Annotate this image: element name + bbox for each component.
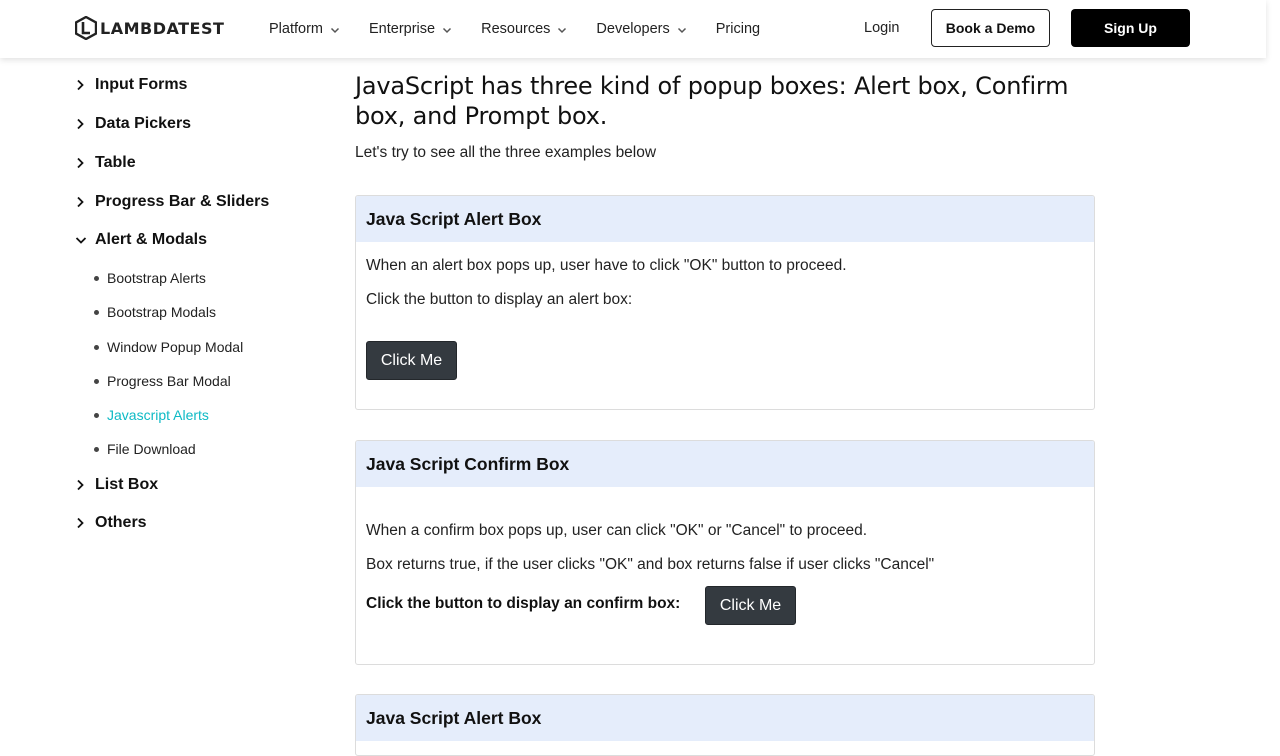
sidebar-subitem-label: Bootstrap Alerts bbox=[107, 270, 206, 286]
card-description-returns: Box returns true, if the user clicks "OK… bbox=[366, 556, 935, 573]
third-alert-box-card: Java Script Alert Box bbox=[355, 694, 1095, 756]
bullet bbox=[94, 275, 99, 281]
nav-platform[interactable]: Platform bbox=[269, 20, 340, 38]
sign-up-button[interactable]: Sign Up bbox=[1071, 9, 1190, 47]
logo-text: LAMBDATEST bbox=[100, 18, 225, 38]
chevron-right-icon bbox=[75, 118, 95, 130]
card-description: When a confirm box pops up, user can cli… bbox=[366, 522, 868, 539]
book-demo-button[interactable]: Book a Demo bbox=[931, 9, 1050, 47]
sidebar-subitem-javascript-alerts[interactable]: Javascript Alerts bbox=[94, 407, 209, 423]
sidebar-item-label: Input Forms bbox=[95, 76, 188, 93]
nav-label: Pricing bbox=[715, 21, 761, 37]
sidebar-item-label: Others bbox=[95, 514, 147, 531]
nav-resources[interactable]: Resources bbox=[481, 20, 567, 38]
sidebar-subitem-label: Javascript Alerts bbox=[107, 407, 209, 423]
sidebar-subitem-label: Progress Bar Modal bbox=[107, 373, 231, 389]
sidebar-item-label: Alert & Modals bbox=[95, 231, 208, 248]
bullet bbox=[94, 446, 99, 452]
chevron-down-icon bbox=[330, 22, 340, 38]
sidebar-item-others[interactable]: Others bbox=[75, 514, 147, 532]
sidebar-item-label: Table bbox=[95, 154, 136, 171]
sidebar-subitem-label: Window Popup Modal bbox=[107, 339, 244, 355]
nav-label: Enterprise bbox=[369, 21, 436, 37]
sidebar-subitem-bootstrap-modals[interactable]: Bootstrap Modals bbox=[94, 304, 216, 320]
top-navbar: LAMBDATEST Platform Enterprise Resources… bbox=[0, 0, 1266, 58]
chevron-right-icon bbox=[75, 479, 95, 491]
sidebar-item-label: List Box bbox=[95, 476, 159, 493]
nav-label: Platform bbox=[269, 21, 323, 37]
bullet bbox=[94, 378, 99, 384]
chevron-right-icon bbox=[75, 79, 95, 91]
nav-developers[interactable]: Developers bbox=[596, 20, 686, 38]
lambdatest-logo-icon bbox=[75, 16, 97, 40]
sidebar-subitem-bootstrap-alerts[interactable]: Bootstrap Alerts bbox=[94, 270, 206, 286]
card-description: When an alert box pops up, user have to … bbox=[366, 257, 847, 274]
card-instruction: Click the button to display an alert box… bbox=[366, 291, 633, 308]
sidebar-item-list-box[interactable]: List Box bbox=[75, 476, 158, 494]
logo[interactable]: LAMBDATEST bbox=[75, 16, 224, 40]
card-instruction: Click the button to display an confirm b… bbox=[366, 595, 681, 612]
sidebar-subitem-progress-bar-modal[interactable]: Progress Bar Modal bbox=[94, 373, 231, 389]
sidebar-item-data-pickers[interactable]: Data Pickers bbox=[75, 115, 191, 133]
nav-pricing[interactable]: Pricing bbox=[716, 21, 760, 37]
card-title: Java Script Confirm Box bbox=[356, 441, 1094, 487]
nav-enterprise[interactable]: Enterprise bbox=[369, 20, 452, 38]
alert-box-card: Java Script Alert Box When an alert box … bbox=[355, 195, 1095, 410]
bullet bbox=[94, 344, 99, 350]
alert-click-me-button[interactable]: Click Me bbox=[366, 341, 457, 380]
sidebar-subitem-label: Bootstrap Modals bbox=[107, 304, 216, 320]
card-title: Java Script Alert Box bbox=[356, 196, 1094, 242]
sidebar-subitem-file-download[interactable]: File Download bbox=[94, 441, 196, 457]
nav-label: Resources bbox=[481, 21, 551, 37]
card-title: Java Script Alert Box bbox=[356, 695, 1094, 741]
sidebar-item-label: Progress Bar & Sliders bbox=[95, 193, 270, 210]
main-nav: Platform Enterprise Resources Developers… bbox=[269, 0, 789, 58]
page-title: JavaScript has three kind of popup boxes… bbox=[355, 72, 1069, 130]
chevron-right-icon bbox=[75, 157, 95, 169]
sidebar-item-table[interactable]: Table bbox=[75, 154, 136, 172]
chevron-down-icon bbox=[677, 22, 687, 38]
chevron-down-icon bbox=[557, 22, 567, 38]
chevron-down-icon bbox=[442, 22, 452, 38]
confirm-click-me-button[interactable]: Click Me bbox=[705, 586, 796, 625]
sidebar-item-progress-bar-sliders[interactable]: Progress Bar & Sliders bbox=[75, 193, 269, 211]
chevron-right-icon bbox=[75, 196, 95, 208]
chevron-down-icon bbox=[75, 235, 95, 245]
intro-text: Let's try to see all the three examples … bbox=[355, 144, 657, 161]
nav-label: Developers bbox=[596, 21, 670, 37]
sidebar-item-input-forms[interactable]: Input Forms bbox=[75, 76, 187, 94]
bullet bbox=[94, 412, 99, 418]
sidebar-item-alert-modals[interactable]: Alert & Modals bbox=[75, 231, 207, 249]
sidebar-subitem-window-popup-modal[interactable]: Window Popup Modal bbox=[94, 339, 243, 355]
bullet bbox=[94, 309, 99, 315]
chevron-right-icon bbox=[75, 517, 95, 529]
confirm-box-card: Java Script Confirm Box When a confirm b… bbox=[355, 440, 1095, 665]
login-link[interactable]: Login bbox=[864, 20, 899, 36]
sidebar-subitem-label: File Download bbox=[107, 441, 196, 457]
sidebar-item-label: Data Pickers bbox=[95, 115, 192, 132]
